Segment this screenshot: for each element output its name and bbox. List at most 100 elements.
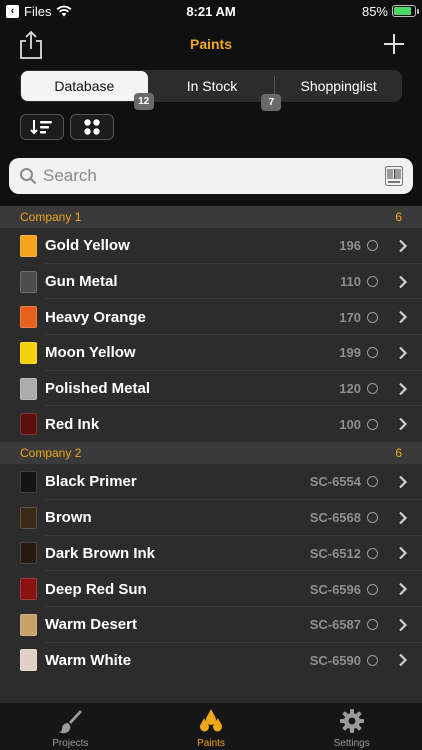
section-header: Company 1 6 xyxy=(0,206,422,228)
color-swatch xyxy=(20,613,37,636)
section-group: Black Primer SC-6554 Brown SC-6568 Dark Brow… xyxy=(0,464,422,678)
paint-code: SC-6587 xyxy=(309,617,361,633)
select-circle-icon[interactable] xyxy=(367,583,378,595)
paint-row[interactable]: Moon Yellow 199 xyxy=(0,335,422,371)
tab-settings[interactable]: Settings xyxy=(281,703,422,750)
color-swatch xyxy=(20,542,37,565)
paint-name: Polished Metal xyxy=(45,380,151,398)
color-swatch xyxy=(20,413,37,436)
paint-code: SC-6554 xyxy=(309,474,361,490)
chevron-right-icon xyxy=(399,654,408,667)
tab-label: Paints xyxy=(197,738,225,749)
color-swatch xyxy=(20,578,37,601)
status-bar: ‹ Files 8:21 AM 85% xyxy=(0,0,422,22)
paint-row[interactable]: Warm White SC-6590 xyxy=(0,643,422,679)
navigation-bar: Paints xyxy=(0,22,422,66)
tab-label: Projects xyxy=(52,738,89,749)
paint-code: 199 xyxy=(339,345,361,361)
grid-dots-icon xyxy=(84,119,100,135)
barcode-icon[interactable] xyxy=(385,166,403,186)
paint-row[interactable]: Deep Red Sun SC-6596 xyxy=(0,571,422,607)
paint-code: 196 xyxy=(339,238,361,254)
select-circle-icon[interactable] xyxy=(367,418,378,430)
paint-row[interactable]: Gun Metal 110 xyxy=(0,264,422,300)
paint-row[interactable]: Warm Desert SC-6587 xyxy=(0,607,422,643)
paint-name: Deep Red Sun xyxy=(45,580,147,598)
color-swatch xyxy=(20,341,37,364)
add-icon[interactable] xyxy=(382,32,406,56)
segmented-control: Database 12 In Stock 7 Shoppinglist xyxy=(20,70,402,111)
chevron-right-icon xyxy=(399,418,408,431)
segment-database[interactable]: Database 12 xyxy=(21,71,154,110)
tab-label: Settings xyxy=(333,738,370,749)
search-icon xyxy=(20,168,37,185)
status-time: 8:21 AM xyxy=(186,3,236,19)
paint-code: SC-6596 xyxy=(309,581,361,597)
segment-badge: 7 xyxy=(261,94,282,111)
color-swatch xyxy=(20,270,37,293)
paint-name: Red Ink xyxy=(45,415,100,433)
paint-row[interactable]: Heavy Orange 170 xyxy=(0,299,422,335)
select-circle-icon[interactable] xyxy=(367,276,378,288)
paint-code: SC-6590 xyxy=(309,652,361,668)
paint-code: 100 xyxy=(339,416,361,432)
paint-row[interactable]: Gold Yellow 196 xyxy=(0,228,422,264)
chevron-right-icon xyxy=(399,582,408,596)
select-circle-icon[interactable] xyxy=(367,512,378,524)
toolbar-area: Database 12 In Stock 7 Shoppinglist xyxy=(0,66,422,206)
segment-label: In Stock xyxy=(186,78,238,94)
paint-name: Gun Metal xyxy=(45,273,118,291)
select-circle-icon[interactable] xyxy=(367,383,378,395)
select-circle-icon[interactable] xyxy=(367,476,378,488)
select-circle-icon[interactable] xyxy=(367,311,378,323)
section-count: 6 xyxy=(395,210,402,224)
drops-icon xyxy=(200,709,222,732)
tab-bar: Projects Paints Settings xyxy=(0,702,422,750)
color-swatch xyxy=(20,506,37,529)
chevron-right-icon xyxy=(399,275,408,288)
paint-name: Moon Yellow xyxy=(45,344,136,362)
select-circle-icon[interactable] xyxy=(367,654,378,666)
segment-in-stock[interactable]: In Stock 7 xyxy=(149,70,282,111)
share-icon[interactable] xyxy=(18,30,44,60)
paint-name: Brown xyxy=(45,509,92,527)
brush-icon xyxy=(59,710,83,734)
paint-name: Warm Desert xyxy=(45,616,137,634)
sort-button[interactable] xyxy=(20,114,64,140)
paint-row[interactable]: Brown SC-6568 xyxy=(0,500,422,536)
group-button[interactable] xyxy=(70,114,114,140)
section-title: Company 1 xyxy=(20,210,82,224)
section-header: Company 2 6 xyxy=(0,442,422,465)
search-bar[interactable] xyxy=(9,158,413,194)
sort-icon xyxy=(30,120,52,135)
paint-list: Company 1 6 Gold Yellow 196 Gun Metal 110 Heav… xyxy=(0,206,422,702)
search-input[interactable] xyxy=(43,166,385,186)
select-circle-icon[interactable] xyxy=(367,619,378,631)
section-count: 6 xyxy=(395,446,402,461)
chevron-right-icon xyxy=(399,475,408,489)
segment-label: Database xyxy=(54,78,115,94)
chevron-right-icon xyxy=(399,310,408,324)
chevron-right-icon xyxy=(399,618,408,631)
paint-name: Heavy Orange xyxy=(45,308,146,326)
color-swatch xyxy=(20,377,37,400)
segment-label: Shoppinglist xyxy=(300,78,377,94)
chevron-right-icon xyxy=(399,382,408,395)
chevron-right-icon xyxy=(399,346,408,360)
paint-row[interactable]: Polished Metal 120 xyxy=(0,371,422,407)
tab-paints[interactable]: Paints xyxy=(141,703,282,750)
color-swatch xyxy=(20,234,37,257)
select-circle-icon[interactable] xyxy=(367,347,378,359)
paint-row[interactable]: Black Primer SC-6554 xyxy=(0,464,422,500)
paint-row[interactable]: Dark Brown Ink SC-6512 xyxy=(0,536,422,572)
paint-code: SC-6512 xyxy=(309,545,361,561)
chevron-right-icon xyxy=(399,511,408,524)
paint-row[interactable]: Red Ink 100 xyxy=(0,406,422,442)
segment-shoppinglist[interactable]: Shoppinglist xyxy=(275,70,402,102)
paint-name: Warm White xyxy=(45,651,132,669)
battery-level xyxy=(394,7,411,15)
select-circle-icon[interactable] xyxy=(367,547,378,559)
select-circle-icon[interactable] xyxy=(367,240,378,252)
tab-projects[interactable]: Projects xyxy=(0,703,141,750)
battery-percent: 85% xyxy=(361,3,388,19)
